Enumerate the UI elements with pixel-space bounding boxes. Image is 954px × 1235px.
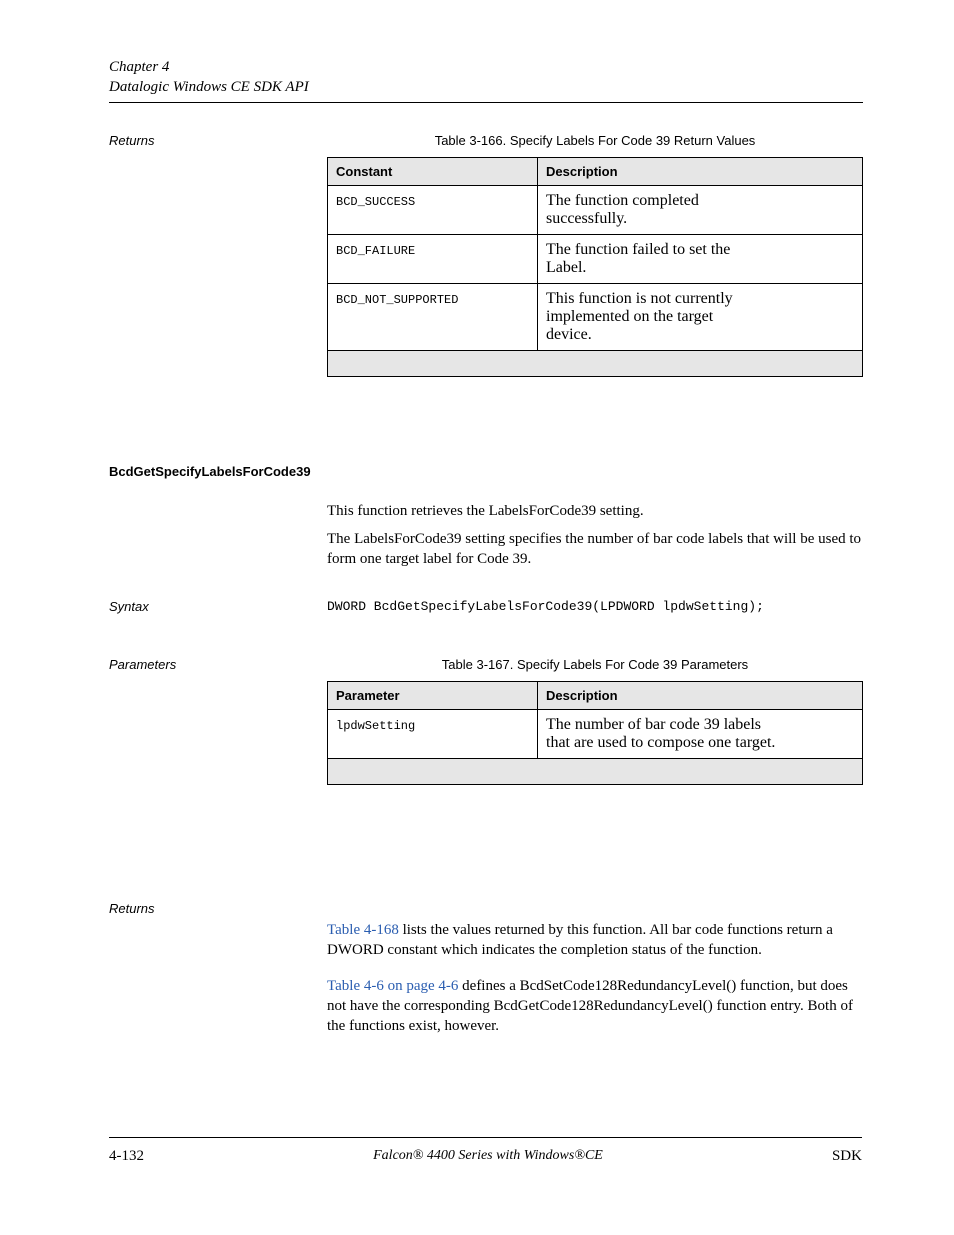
col-parameter: Parameter — [328, 682, 538, 710]
col-description: Description — [538, 682, 863, 710]
function-section: BcdGetSpecifyLabelsForCode39 This functi… — [109, 464, 863, 785]
parameters-label: Parameters — [109, 657, 176, 672]
table-header-row: Parameter Description — [328, 682, 863, 710]
returns-section-1: Returns Table 3-166. Specify Labels For … — [109, 133, 863, 377]
param-lpdwsetting: lpdwSetting — [336, 719, 415, 733]
page-footer: 4-132 Falcon® 4400 Series with Windows®C… — [109, 1137, 862, 1165]
footer-product: Falcon® 4400 Series with Windows®CE — [373, 1148, 603, 1165]
function-heading: BcdGetSpecifyLabelsForCode39 — [109, 464, 863, 479]
link-table-4-168[interactable]: Table 4-168 — [327, 922, 399, 938]
table-footer-row — [328, 351, 863, 377]
function-description-2: The LabelsForCode39 setting specifies th… — [327, 529, 863, 569]
param-desc: The number of bar code 39 labels that ar… — [538, 710, 863, 759]
link-table-4-6[interactable]: Table 4-6 on page 4-6 — [327, 978, 458, 994]
table-header-row: Constant Description — [328, 158, 863, 186]
parameters-table: Parameter Description lpdwSetting The nu… — [327, 681, 863, 785]
desc-failure: The function failed to set the Label. — [538, 235, 863, 284]
header-chapter: Chapter 4 — [109, 58, 862, 77]
footer-rule — [109, 1137, 862, 1138]
returns-label: Returns — [109, 133, 155, 148]
col-description: Description — [538, 158, 863, 186]
returns-label-2: Returns — [109, 901, 863, 916]
constant-success: BCD_SUCCESS — [336, 195, 415, 209]
table-row: BCD_NOT_SUPPORTED This function is not c… — [328, 284, 863, 351]
table-row: BCD_FAILURE The function failed to set t… — [328, 235, 863, 284]
constant-notsupported: BCD_NOT_SUPPORTED — [336, 293, 458, 307]
return-values-table: Constant Description BCD_SUCCESS The fun… — [327, 157, 863, 377]
syntax-label: Syntax — [109, 599, 149, 614]
syntax-code: DWORD BcdGetSpecifyLabelsForCode39(LPDWO… — [327, 599, 764, 614]
col-constant: Constant — [328, 158, 538, 186]
desc-success: The function completed successfully. — [538, 186, 863, 235]
returns-section-2: Returns Table 4-168 lists the values ret… — [109, 901, 863, 1036]
table-footer-row — [328, 759, 863, 785]
table-row: lpdwSetting The number of bar code 39 la… — [328, 710, 863, 759]
footer-page-number: 4-132 — [109, 1148, 144, 1165]
param-table-caption: Table 3-167. Specify Labels For Code 39 … — [327, 657, 863, 672]
page-header: Chapter 4 Datalogic Windows CE SDK API — [109, 58, 862, 103]
header-rule — [109, 102, 863, 103]
header-subject: Datalogic Windows CE SDK API — [109, 79, 862, 96]
footer-doc-type: SDK — [832, 1148, 862, 1165]
constant-failure: BCD_FAILURE — [336, 244, 415, 258]
function-description: This function retrieves the LabelsForCod… — [327, 501, 863, 521]
table-row: BCD_SUCCESS The function completed succe… — [328, 186, 863, 235]
desc-notsupported: This function is not currently implement… — [538, 284, 863, 351]
table-caption-return: Table 3-166. Specify Labels For Code 39 … — [327, 133, 863, 148]
returns-para2: Table 4-6 on page 4-6 defines a BcdSetCo… — [327, 976, 863, 1036]
returns-para1: Table 4-168 lists the values returned by… — [327, 920, 863, 960]
